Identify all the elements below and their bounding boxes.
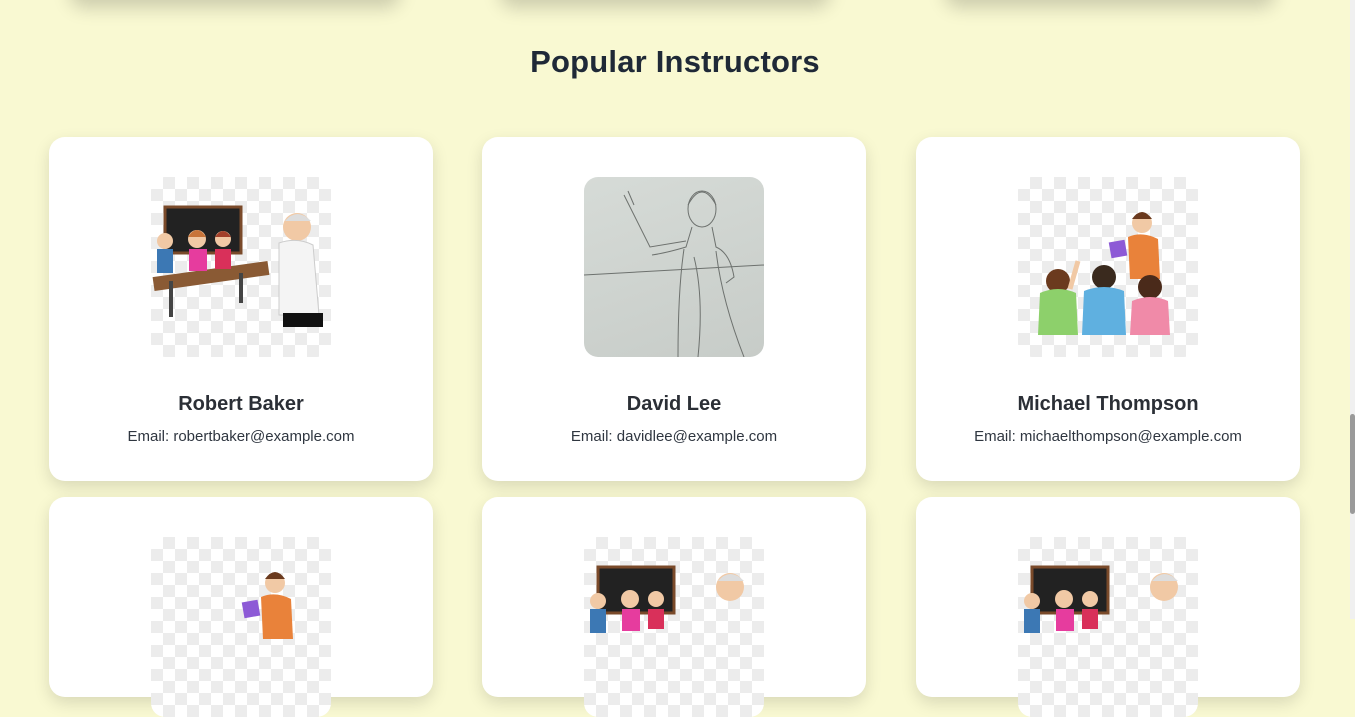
instructor-photo	[151, 537, 331, 717]
instructor-email: Email: robertbaker@example.com	[127, 428, 355, 445]
instructor-card[interactable]	[916, 497, 1300, 717]
instructor-photo	[151, 177, 331, 357]
instructor-photo	[584, 177, 764, 357]
instructor-name: Michael Thompson	[1017, 393, 1199, 415]
instructor-card[interactable]: Michael Thompson Email: michaelthompson@…	[916, 137, 1300, 481]
instructor-photo	[1018, 177, 1198, 357]
instructor-card[interactable]: Robert Baker Email: robertbaker@example.…	[49, 137, 433, 481]
instructor-card[interactable]	[482, 497, 866, 717]
instructor-email: Email: davidlee@example.com	[570, 428, 778, 445]
section-title: Popular Instructors	[530, 44, 820, 79]
scrollbar-thumb[interactable]	[1350, 414, 1355, 514]
instructor-photo	[584, 537, 764, 717]
instructor-name: David Lee	[626, 393, 722, 415]
instructor-photo	[1018, 537, 1198, 717]
instructor-card[interactable]: David Lee Email: davidlee@example.com	[482, 137, 866, 481]
instructor-email: Email: michaelthompson@example.com	[974, 428, 1242, 445]
instructor-name: Robert Baker	[178, 393, 304, 415]
instructor-card[interactable]	[49, 497, 433, 717]
page-scrollbar[interactable]	[1350, 0, 1355, 619]
